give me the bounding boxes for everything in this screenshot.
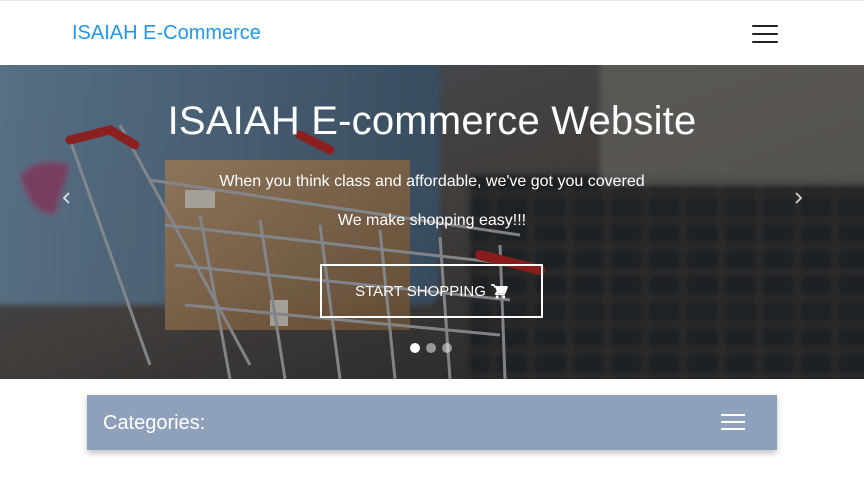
navbar-toggle-button[interactable]	[752, 24, 778, 44]
top-navbar: ISAIAH E-Commerce	[0, 0, 864, 65]
start-shopping-label: START SHOPPING	[355, 282, 486, 300]
categories-toggle-button[interactable]	[721, 413, 745, 431]
carousel-indicator-3[interactable]	[442, 343, 452, 353]
chevron-left-icon	[62, 192, 70, 204]
start-shopping-button[interactable]: START SHOPPING	[320, 264, 543, 318]
hamburger-line	[752, 33, 778, 35]
carousel-indicator-1[interactable]	[410, 343, 420, 353]
shopping-cart-icon	[491, 283, 508, 298]
carousel-next-button[interactable]	[786, 186, 810, 210]
hamburger-line	[721, 421, 745, 423]
brand-logo-link[interactable]: ISAIAH E-Commerce	[72, 22, 261, 45]
hamburger-line	[752, 41, 778, 43]
hero-carousel: ISAIAH E-commerce Website When you think…	[0, 65, 864, 379]
carousel-prev-button[interactable]	[55, 186, 79, 210]
hero-tagline: We make shopping easy!!!	[337, 212, 527, 229]
hamburger-line	[721, 414, 745, 416]
hero-subtitle: When you think class and affordable, we'…	[219, 173, 645, 190]
carousel-indicator-2[interactable]	[426, 343, 436, 353]
chevron-right-icon	[795, 192, 803, 204]
categories-label: Categories:	[103, 412, 206, 434]
carousel-indicators	[410, 343, 452, 353]
hamburger-line	[721, 428, 745, 430]
hamburger-line	[752, 25, 778, 27]
categories-bar: Categories:	[87, 395, 777, 450]
hero-title: ISAIAH E-commerce Website	[167, 99, 697, 143]
